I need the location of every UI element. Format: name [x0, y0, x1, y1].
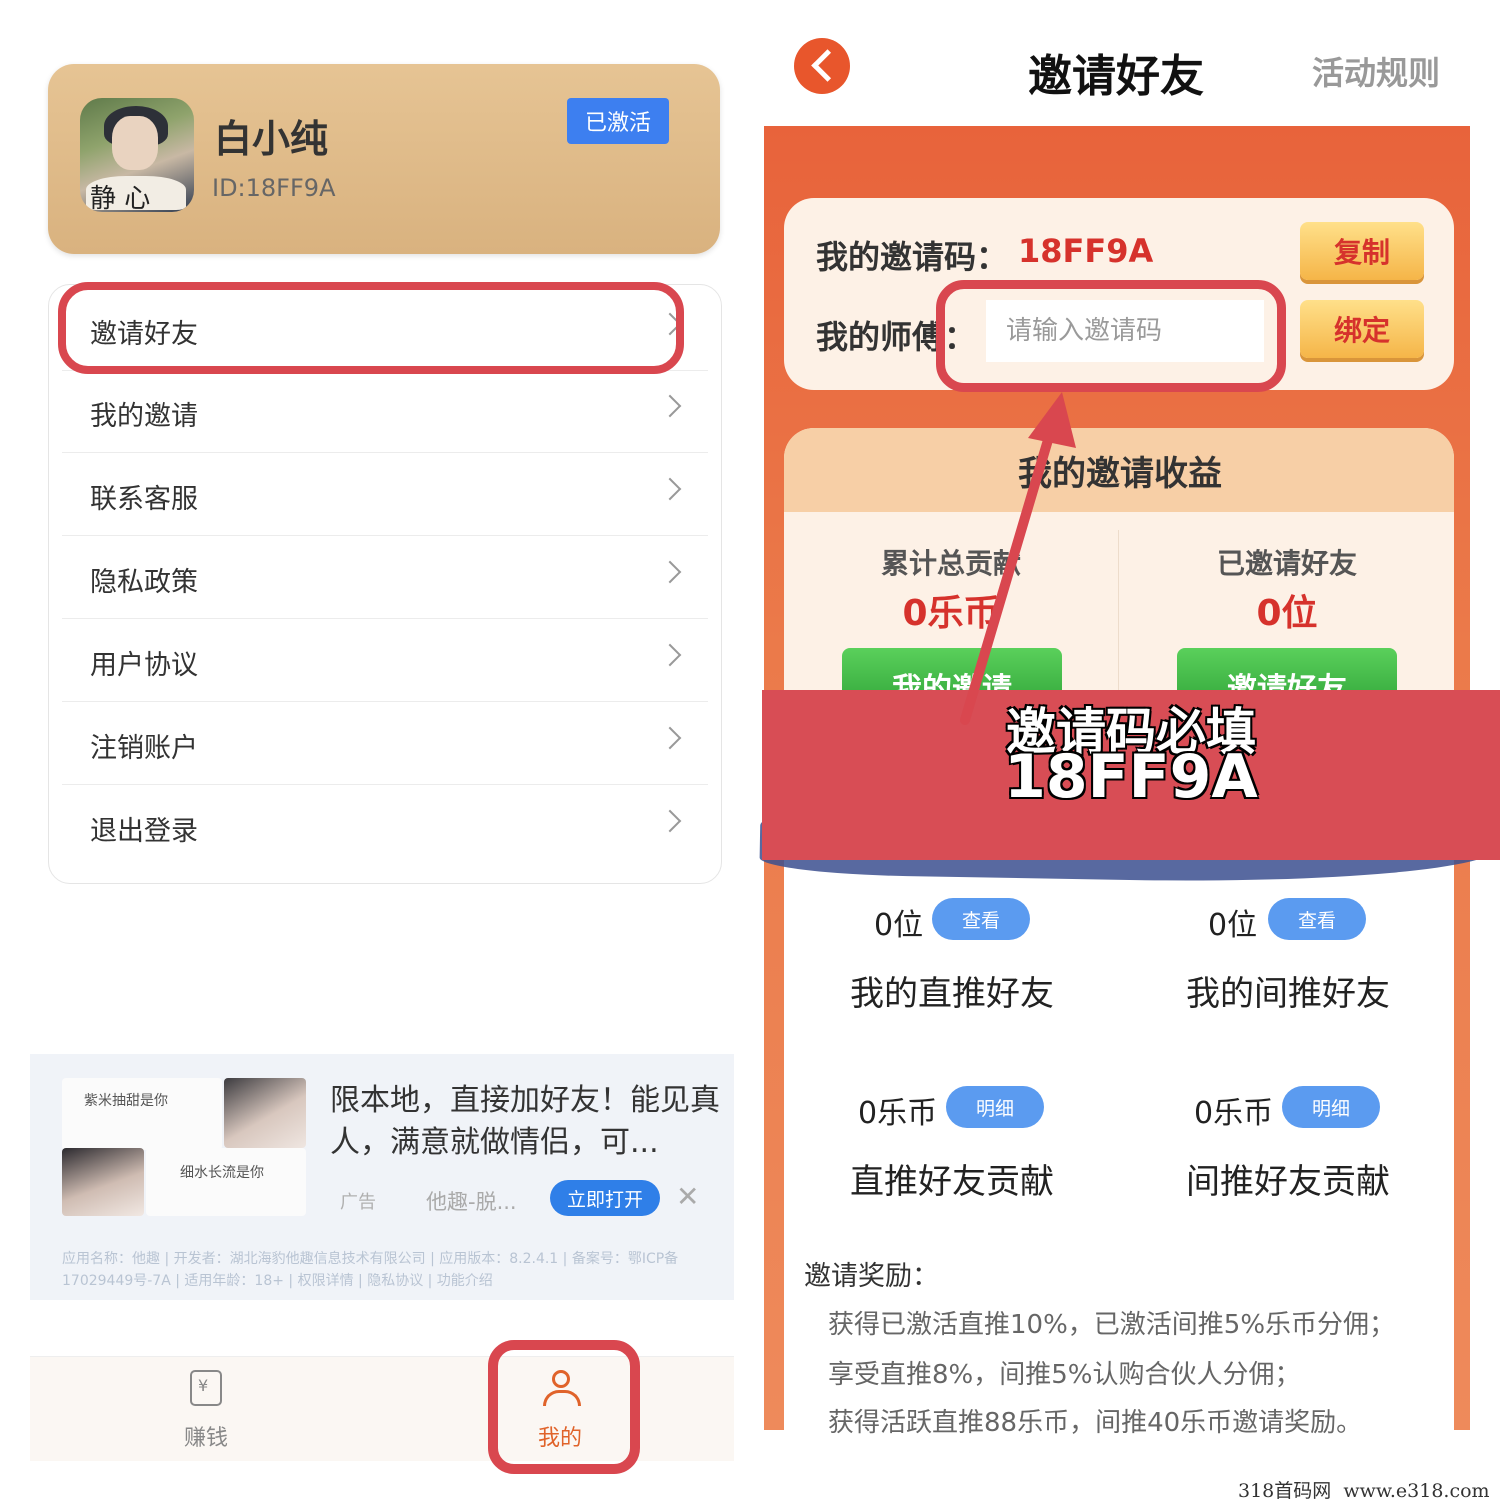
overlay-code: 18FF9A	[1004, 742, 1258, 812]
watermark: 318首码网 www.e318.com	[1238, 1480, 1490, 1502]
